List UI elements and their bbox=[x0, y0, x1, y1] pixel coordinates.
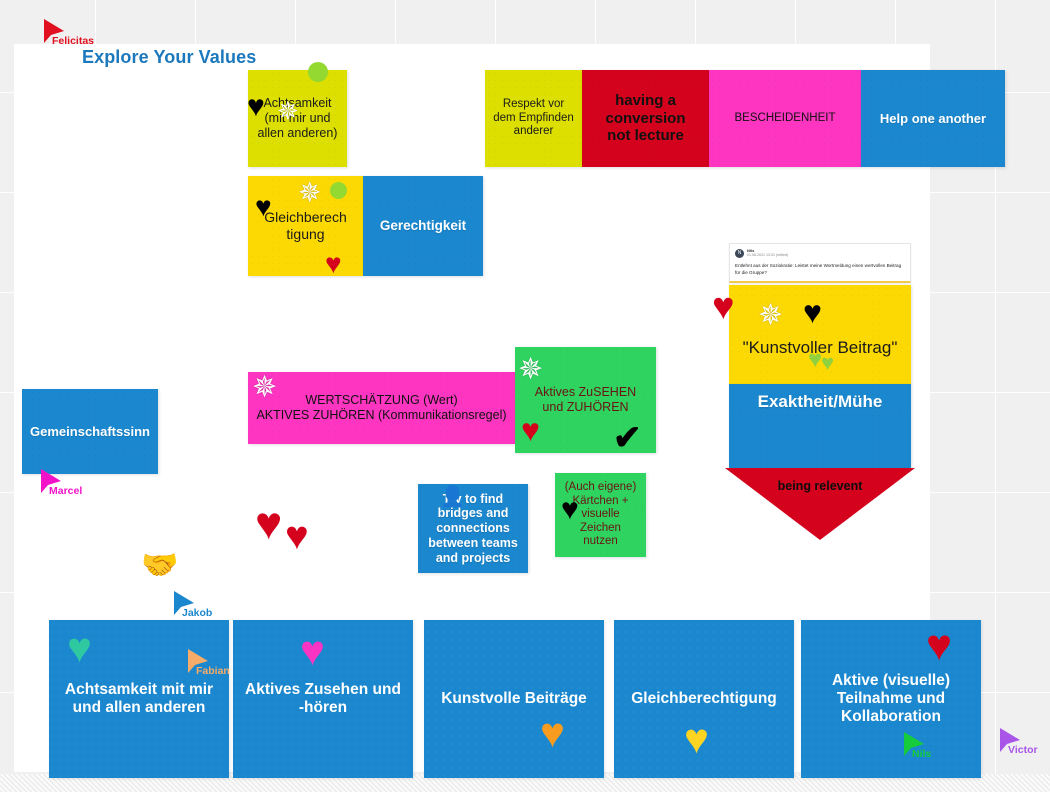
cursor-label: Jakob bbox=[182, 607, 213, 619]
sticky-note-help-one-another[interactable]: Help one another bbox=[861, 70, 1005, 167]
star-sticker: ✵ bbox=[252, 371, 278, 404]
comment-date: 01.08.2021 13:31 (edited) bbox=[747, 253, 789, 257]
green-dot-sticker bbox=[308, 62, 328, 82]
note-line: having a bbox=[615, 91, 676, 109]
card-line: -hören bbox=[298, 699, 348, 716]
cursor-fabian: Fabian bbox=[187, 648, 230, 677]
green-dot-sticker bbox=[330, 182, 347, 199]
red-heart-sticker: ♥ bbox=[712, 286, 735, 328]
cursor-label: Nils bbox=[912, 748, 932, 760]
miro-board-canvas[interactable]: Explore Your Values Achtsamkeit (mit mir… bbox=[0, 0, 1050, 792]
sticky-note-respekt[interactable]: Respekt vor dem Empfinden anderer bbox=[485, 70, 582, 167]
red-heart-sticker: ♥ bbox=[255, 497, 283, 549]
sticky-note-gemeinschaftssinn[interactable]: Gemeinschaftssinn bbox=[22, 389, 158, 474]
note-line: not lecture bbox=[607, 127, 684, 145]
red-heart-sticker: ♥ bbox=[285, 514, 309, 558]
card-line: und allen anderen bbox=[72, 699, 206, 716]
card-line: Teilnahme und bbox=[836, 690, 946, 707]
note-line: Aktives ZuSEHEN bbox=[534, 385, 637, 400]
sticky-note-wertschaetzung[interactable]: WERTSCHÄTZUNG (Wert) AKTIVES ZUHÖREN (Ko… bbox=[248, 372, 515, 444]
note-line: BESCHEIDENHEIT bbox=[734, 111, 836, 124]
cursor-jakob: Jakob bbox=[173, 590, 212, 619]
handshake-emoji-sticker: 🤝 bbox=[141, 549, 179, 582]
note-line: und ZUHÖREN bbox=[542, 400, 629, 414]
note-line: Gerechtigkeit bbox=[379, 218, 467, 234]
cursor-felicitas: Felicitas bbox=[43, 18, 94, 47]
card-line: Kunstvolle Beiträge bbox=[441, 690, 587, 707]
comment-card[interactable]: N Nils 01.08.2021 13:31 (edited) Entlehn… bbox=[729, 243, 911, 283]
shape-label-being-relevent: being relevent bbox=[777, 479, 863, 493]
note-line: Gemeinschaftssinn bbox=[30, 423, 150, 439]
avatar: N bbox=[735, 249, 744, 258]
black-heart-sticker: ♥ bbox=[803, 294, 822, 330]
note-line: AKTIVES ZUHÖREN (Kommunikationsregel) bbox=[256, 408, 507, 422]
black-heart-sticker: ♥ bbox=[255, 191, 272, 222]
magenta-heart-sticker: ♥ bbox=[300, 627, 325, 674]
card-line: Aktive (visuelle) bbox=[831, 672, 951, 689]
cursor-label: Felicitas bbox=[52, 35, 95, 47]
star-sticker: ✵ bbox=[298, 177, 322, 208]
sticky-note-conversion[interactable]: having a conversion not lecture bbox=[582, 70, 709, 167]
card-line: Achtsamkeit mit mir bbox=[64, 681, 214, 698]
teal-heart-sticker: ♥ bbox=[67, 624, 92, 671]
sticky-note-bescheidenheit[interactable]: BESCHEIDENHEIT bbox=[709, 70, 861, 167]
black-heart-sticker: ♥ bbox=[247, 90, 265, 123]
sticky-note-bridges[interactable]: Try to find bridges and connections betw… bbox=[418, 484, 528, 573]
cursor-label: Victor bbox=[1008, 744, 1038, 756]
card-aktive-teilnahme[interactable]: Aktive (visuelle) Teilnahme und Kollabor… bbox=[801, 620, 981, 778]
cursor-nils: Nils bbox=[903, 731, 931, 760]
card-line: Kollaboration bbox=[841, 708, 941, 725]
comment-body: Entlehnt aus der Soziokratie: Leistet me… bbox=[735, 263, 902, 275]
checkmark-sticker: ✔ bbox=[613, 419, 642, 457]
orange-heart-sticker: ♥ bbox=[540, 709, 565, 756]
card-kunstvolle-beitraege[interactable]: Kunstvolle Beiträge bbox=[424, 620, 604, 778]
note-line: Exaktheit/Mühe bbox=[757, 392, 883, 411]
black-heart-sticker: ♥ bbox=[561, 493, 579, 526]
star-sticker: ✵ bbox=[758, 299, 784, 332]
note-line: allen anderen) bbox=[257, 125, 338, 140]
card-line: Aktives Zusehen und bbox=[245, 681, 401, 698]
person-emoji-sticker: 👤 bbox=[440, 486, 465, 508]
card-line: Gleichberechtigung bbox=[631, 690, 777, 707]
star-sticker: ✵ bbox=[277, 96, 299, 126]
green-heart-sticker: ♥ bbox=[821, 350, 835, 375]
cursor-label: Marcel bbox=[49, 485, 83, 497]
note-line: nutzen bbox=[583, 535, 618, 548]
star-sticker: ✵ bbox=[518, 353, 544, 386]
note-line: WERTSCHÄTZUNG (Wert) bbox=[305, 393, 458, 408]
note-line: conversion bbox=[605, 109, 686, 127]
cursor-victor: Victor bbox=[999, 727, 1038, 756]
sticky-note-exaktheit[interactable]: Exaktheit/Mühe bbox=[729, 384, 911, 468]
red-heart-sticker: ♥ bbox=[521, 412, 540, 448]
sticky-note-gerechtigkeit[interactable]: Gerechtigkeit bbox=[363, 176, 483, 276]
red-heart-sticker: ♥ bbox=[325, 248, 342, 279]
page-title: Explore Your Values bbox=[82, 47, 257, 67]
note-line: Help one another bbox=[879, 110, 987, 126]
cursor-label: Fabian bbox=[196, 665, 230, 677]
yellow-heart-sticker: ♥ bbox=[684, 715, 709, 762]
red-heart-sticker: ♥ bbox=[926, 621, 953, 670]
note-line: Respekt vor dem Empfinden anderer bbox=[493, 98, 574, 138]
cursor-marcel: Marcel bbox=[40, 468, 82, 497]
